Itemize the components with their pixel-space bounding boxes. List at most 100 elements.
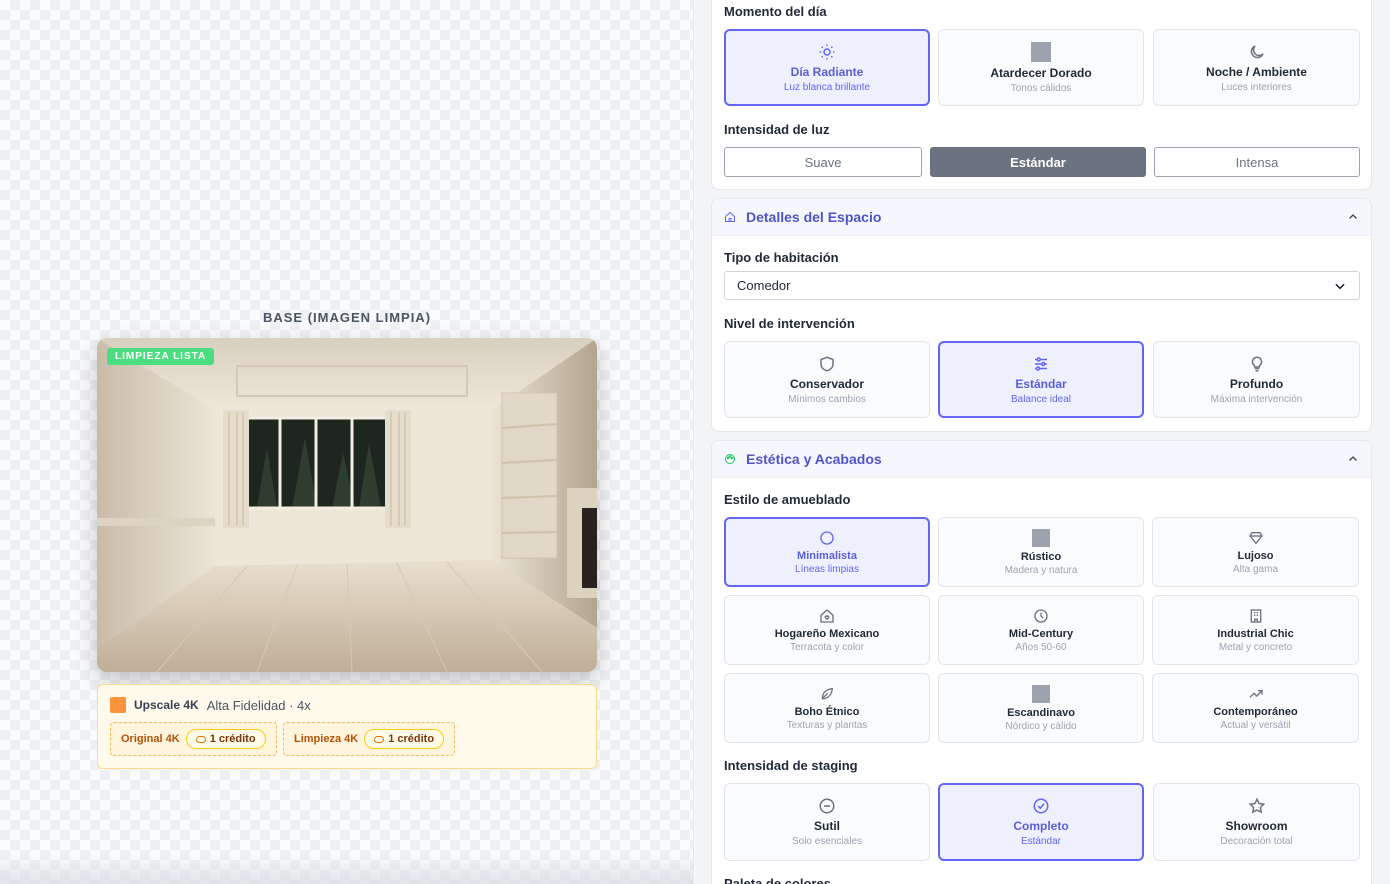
palette-icon	[725, 454, 735, 464]
option-subtitle: Solo esenciales	[791, 836, 863, 847]
minus-circle-icon	[819, 798, 835, 814]
upscale-icon	[110, 697, 126, 713]
home-icon	[725, 211, 735, 222]
home-heart-icon	[820, 608, 834, 623]
space-section-title: Detalles del Espacio	[746, 209, 882, 225]
option-title: Industrial Chic	[1217, 627, 1294, 640]
chip-label: Original 4K	[121, 733, 180, 745]
clock-icon	[1034, 608, 1048, 623]
level-option-conservative[interactable]: Conservador Mínimos cambios	[724, 341, 930, 418]
style-option-luxury[interactable]: Lujoso Alta gama	[1152, 517, 1359, 587]
star-icon	[1248, 797, 1265, 814]
style-option-scandinavian[interactable]: Escandinavo Nórdico y cálido	[938, 673, 1144, 743]
room-type-select[interactable]: Comedor	[724, 271, 1360, 300]
room-illustration	[97, 338, 597, 672]
coin-icon	[195, 735, 206, 743]
moment-option-day[interactable]: Día Radiante Luz blanca brillante	[724, 29, 930, 106]
option-subtitle: Líneas limpias	[795, 563, 859, 575]
gem-icon	[1248, 531, 1263, 544]
chip-label: Limpieza 4K	[294, 733, 359, 745]
lightbulb-icon	[1251, 355, 1262, 371]
check-circle-icon	[1033, 798, 1049, 814]
option-title: Mid-Century	[1008, 627, 1074, 640]
staging-option-subtle[interactable]: Sutil Solo esenciales	[724, 783, 930, 861]
option-title: Atardecer Dorado	[990, 65, 1092, 80]
intervention-label: Nivel de intervención	[724, 316, 855, 331]
credit-label: 1 crédito	[209, 733, 256, 745]
option-title: Hogareño Mexicano	[774, 627, 880, 640]
level-option-deep[interactable]: Profundo Máxima intervención	[1153, 341, 1360, 418]
style-option-minimalist[interactable]: Minimalista Líneas limpias	[724, 517, 930, 587]
level-option-standard[interactable]: Estándar Balance ideal	[938, 341, 1144, 418]
space-section-header[interactable]: Detalles del Espacio	[712, 199, 1371, 236]
preview-title: BASE (IMAGEN LIMPIA)	[262, 310, 432, 325]
option-title: Noche / Ambiente	[1206, 64, 1307, 79]
credit-badge: 1 crédito	[185, 729, 266, 749]
option-subtitle: Mínimos cambios	[788, 393, 866, 405]
option-subtitle: Decoración total	[1220, 836, 1293, 847]
option-subtitle: Años 50-60	[1015, 641, 1067, 653]
moment-label: Momento del día	[724, 4, 827, 19]
image-placeholder-icon	[1031, 41, 1051, 62]
upscale-cleanup-button[interactable]: Limpieza 4K 1 crédito	[283, 722, 456, 756]
aesthetics-section-header[interactable]: Estética y Acabados	[712, 441, 1371, 478]
option-subtitle: Texturas y plantas	[786, 719, 868, 731]
option-subtitle: Luz blanca brillante	[783, 81, 871, 93]
chevron-up-icon[interactable]	[1347, 453, 1359, 465]
furniture-style-label: Estilo de amueblado	[724, 492, 851, 507]
option-subtitle: Balance ideal	[1010, 393, 1072, 405]
credit-badge: 1 crédito	[364, 729, 445, 749]
option-title: Completo	[1013, 819, 1069, 833]
option-title: Minimalista	[797, 549, 857, 562]
sun-icon	[819, 44, 835, 59]
credit-label: 1 crédito	[388, 733, 435, 745]
moment-option-night[interactable]: Noche / Ambiente Luces interiores	[1153, 29, 1360, 106]
upscale-subtitle: Alta Fidelidad · 4x	[206, 697, 311, 713]
chevron-down-icon	[1335, 283, 1345, 289]
chevron-up-icon[interactable]	[1347, 211, 1359, 223]
intensity-intense-button[interactable]: Intensa	[1154, 147, 1360, 177]
sliders-icon	[1035, 356, 1047, 371]
option-title: Día Radiante	[790, 64, 864, 79]
circle-icon	[820, 530, 834, 545]
option-title: Conservador	[789, 376, 865, 391]
option-subtitle: Alta gama	[1232, 563, 1279, 575]
upscale-original-button[interactable]: Original 4K 1 crédito	[110, 722, 277, 756]
preview-panel: BASE (IMAGEN LIMPIA) LIMPIEZA LISTA Upsc…	[0, 0, 694, 884]
option-subtitle: Luces interiores	[1221, 81, 1292, 93]
intensity-label: Intensidad de luz	[724, 122, 830, 137]
staging-option-complete[interactable]: Completo Estándar	[938, 783, 1144, 861]
staging-option-showroom[interactable]: Showroom Decoración total	[1153, 783, 1360, 861]
room-photo: LIMPIEZA LISTA	[97, 338, 597, 672]
style-option-industrial[interactable]: Industrial Chic Metal y concreto	[1152, 595, 1359, 665]
room-type-value: Comedor	[737, 278, 791, 293]
style-option-boho[interactable]: Boho Étnico Texturas y plantas	[724, 673, 930, 743]
option-title: Showroom	[1225, 819, 1288, 833]
style-option-contemporary[interactable]: Contemporáneo Actual y versátil	[1152, 673, 1359, 743]
scroll-fade	[0, 854, 693, 884]
upscale-name: Upscale 4K	[134, 698, 199, 712]
image-placeholder-icon	[1032, 684, 1050, 703]
option-subtitle: Tonos cálidos	[1010, 82, 1072, 94]
option-title: Contemporáneo	[1213, 705, 1298, 718]
style-option-mexican[interactable]: Hogareño Mexicano Terracota y color	[724, 595, 930, 665]
option-title: Lujoso	[1237, 549, 1274, 562]
palette-label: Paleta de colores	[724, 876, 831, 884]
option-title: Rústico	[1020, 550, 1062, 563]
style-option-midcentury[interactable]: Mid-Century Años 50-60	[938, 595, 1144, 665]
intensity-standard-button[interactable]: Estándar	[930, 147, 1146, 177]
style-option-rustic[interactable]: Rústico Madera y natura	[938, 517, 1144, 587]
moment-option-sunset[interactable]: Atardecer Dorado Tonos cálidos	[938, 29, 1144, 106]
shield-icon	[820, 355, 834, 372]
building-icon	[1250, 608, 1261, 623]
upscale-card: Upscale 4K Alta Fidelidad · 4x Original …	[97, 684, 597, 769]
option-title: Profundo	[1229, 376, 1284, 391]
coin-icon	[374, 735, 385, 743]
intensity-soft-button[interactable]: Suave	[724, 147, 922, 177]
cleanup-ready-badge: LIMPIEZA LISTA	[107, 348, 215, 365]
option-subtitle: Terracota y color	[790, 641, 864, 653]
option-subtitle: Actual y versátil	[1220, 719, 1291, 731]
option-title: Boho Étnico	[794, 705, 860, 718]
image-placeholder-icon	[1032, 528, 1050, 547]
option-subtitle: Estándar	[1020, 836, 1062, 847]
